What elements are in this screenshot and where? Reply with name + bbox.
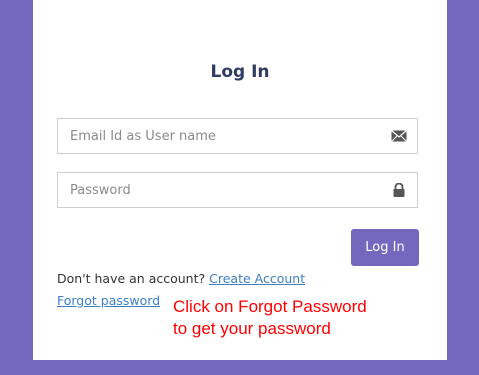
- instruction-annotation: Click on Forgot Password to get your pas…: [173, 296, 367, 340]
- password-input[interactable]: [58, 173, 390, 207]
- annotation-line-2: to get your password: [173, 319, 331, 338]
- login-card: Log In Log In Don't have an account? Cre…: [33, 0, 447, 360]
- forgot-password-link[interactable]: Forgot password: [57, 293, 160, 308]
- email-field[interactable]: [57, 118, 418, 154]
- envelope-icon: [391, 130, 407, 142]
- email-input[interactable]: [58, 119, 390, 153]
- lock-icon: [393, 183, 405, 197]
- login-button[interactable]: Log In: [351, 229, 419, 266]
- create-account-link[interactable]: Create Account: [209, 271, 305, 286]
- signup-prompt-text: Don't have an account?: [57, 271, 206, 286]
- password-field[interactable]: [57, 172, 418, 208]
- annotation-line-1: Click on Forgot Password: [173, 297, 367, 316]
- page-title: Log In: [210, 62, 270, 82]
- signup-prompt-line: Don't have an account? Create Account: [57, 271, 305, 286]
